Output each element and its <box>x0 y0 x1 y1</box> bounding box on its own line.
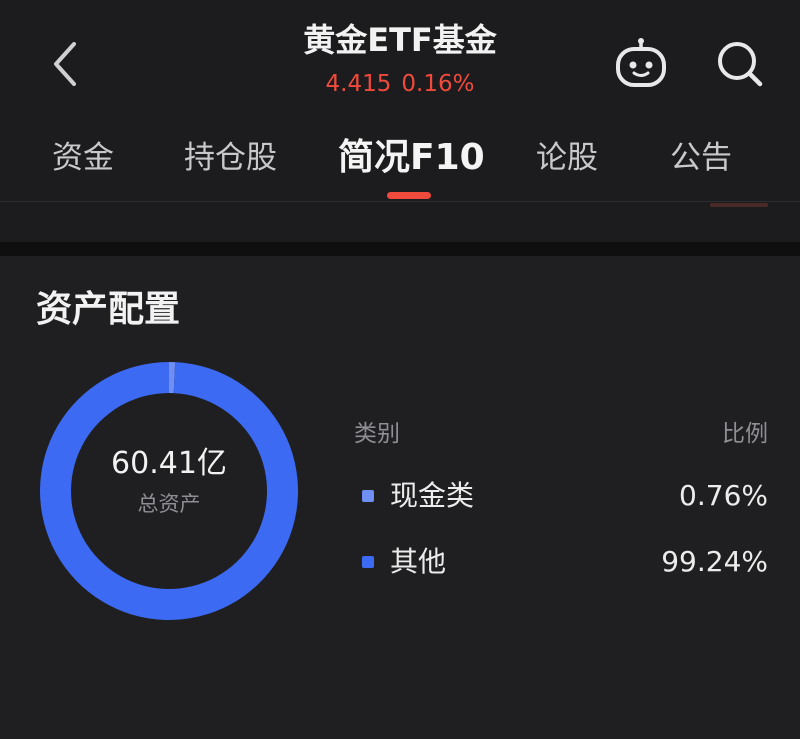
search-icon <box>718 42 763 87</box>
legend-header: 类别 比例 <box>354 416 768 452</box>
legend-swatch <box>362 490 374 502</box>
legend-name: 现金类 <box>390 479 475 512</box>
top-bar: 黄金ETF基金 4.415 0.16% <box>0 0 800 120</box>
tab-overview-f10[interactable]: 简况F10 <box>338 136 485 180</box>
robot-icon <box>616 38 666 87</box>
tab-funds[interactable]: 资金 <box>52 136 114 180</box>
scroll-fragment <box>710 203 768 207</box>
legend-header-category: 类别 <box>354 421 400 447</box>
tab-announcements[interactable]: 公告 <box>670 136 732 180</box>
legend-swatch <box>362 556 374 568</box>
page-title: 黄金ETF基金 <box>303 21 497 59</box>
title-block: 黄金ETF基金 4.415 0.16% <box>200 18 600 98</box>
donut-center: 60.41亿 总资产 <box>38 444 300 518</box>
total-assets-label: 总资产 <box>137 492 201 516</box>
legend-header-ratio: 比例 <box>722 421 768 447</box>
legend-name: 其他 <box>390 545 447 578</box>
section-separator <box>0 242 800 256</box>
back-button[interactable] <box>40 38 92 90</box>
tab-holdings[interactable]: 持仓股 <box>184 136 277 180</box>
legend-row-cash: 现金类 0.76% <box>354 474 768 518</box>
allocation-legend: 类别 比例 现金类 0.76% 其他 99.24% <box>354 416 768 584</box>
tab-divider <box>0 201 800 202</box>
legend-row-other: 其他 99.24% <box>354 540 768 584</box>
search-button[interactable] <box>712 36 768 92</box>
assistant-button[interactable] <box>612 36 670 90</box>
tab-discussion[interactable]: 论股 <box>536 136 598 180</box>
chevron-left-icon <box>54 42 76 86</box>
active-tab-indicator <box>387 192 431 199</box>
asset-allocation-card: 资产配置 60.41亿 总资产 类别 比例 现金类 0.76% 其他 99.24… <box>0 256 800 739</box>
tab-bar: 资金 持仓股 简况F10 论股 公告 <box>0 120 800 202</box>
section-title: 资产配置 <box>36 289 181 330</box>
price-value: 4.415 <box>325 71 392 97</box>
legend-percent: 0.76% <box>679 479 768 512</box>
legend-percent: 99.24% <box>661 545 768 578</box>
price-quote: 4.415 0.16% <box>200 70 600 98</box>
total-assets-value: 60.41亿 <box>111 446 227 481</box>
price-change: 0.16% <box>401 71 475 97</box>
